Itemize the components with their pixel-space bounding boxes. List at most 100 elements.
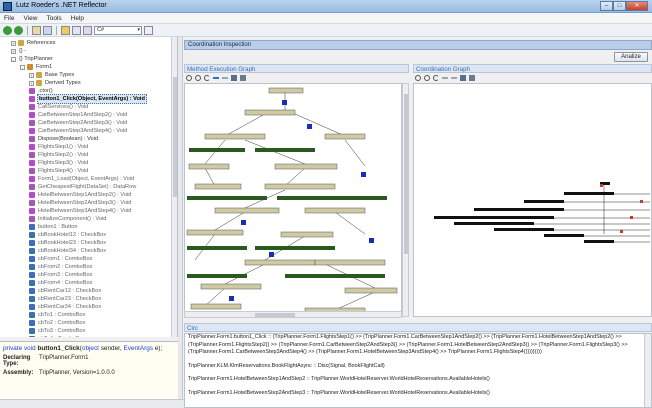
tree-item[interactable]: cbRentCar23 : CheckBox	[29, 295, 102, 303]
menu-view[interactable]: View	[23, 15, 37, 22]
print-icon[interactable]	[469, 74, 475, 81]
arrow-left-icon[interactable]	[451, 76, 457, 79]
tree-item-label: Form1	[36, 64, 53, 70]
panel-splitter[interactable]	[178, 37, 183, 408]
tree-item[interactable]: FlightsStep2() : Void	[29, 151, 89, 159]
tree-item[interactable]: Dispose(Boolean) : Void	[29, 135, 99, 143]
tree-item[interactable]: cbTo2 : ComboBox	[29, 319, 86, 327]
collapse-icon[interactable]: -	[11, 56, 16, 62]
zoom-in-icon[interactable]	[186, 74, 192, 81]
tree-item[interactable]: HotelBetweenStep2AndStep3() : Void	[29, 199, 132, 207]
back-icon[interactable]	[3, 25, 12, 35]
expand-icon[interactable]: +	[11, 40, 16, 46]
tree-item[interactable]: - Form1	[20, 63, 53, 71]
tree-item[interactable]: cbFrom1 : ComboBox	[29, 255, 93, 263]
arrow-left-icon[interactable]	[222, 76, 228, 79]
circ-scrollbar[interactable]	[644, 334, 651, 407]
tree-item[interactable]: button1 : Button	[29, 223, 79, 231]
refresh-icon[interactable]	[433, 74, 439, 81]
tree-item[interactable]: -{} TripPlanner	[11, 55, 54, 63]
tree-item[interactable]: CarBetweenStep3AndStep4() : Void	[29, 127, 128, 135]
tree-item[interactable]: HotelBetweenStep3AndStep4() : Void	[29, 207, 132, 215]
assembly-value[interactable]: TripPlanner, Version=1.0.0.0	[39, 370, 115, 376]
title-bar: Lutz Roeder's .NET Reflector – □ ✕	[0, 0, 652, 13]
method-graph-toolbar	[184, 73, 409, 82]
tree-item[interactable]: + Base Types	[29, 71, 75, 79]
refresh-icon[interactable]	[204, 74, 210, 81]
tree-item[interactable]: cbTo1 : ComboBox	[29, 311, 86, 319]
coordination-graph[interactable]	[413, 83, 652, 317]
tree-item[interactable]: cbRentCar12 : CheckBox	[29, 287, 102, 295]
tree-item[interactable]: CallServices() : Void	[29, 103, 89, 111]
circ-output[interactable]: TripPlanner.Form1.button1_Click :: (Trip…	[184, 333, 652, 408]
tree-item[interactable]: cbTo3 : ComboBox	[29, 327, 86, 335]
bookmark-icon[interactable]	[61, 25, 70, 35]
print-icon[interactable]	[240, 74, 246, 81]
tree-item[interactable]: + References	[11, 39, 57, 47]
scroll-thumb[interactable]	[173, 77, 177, 197]
assembly-icon[interactable]	[43, 25, 52, 35]
expand-icon[interactable]: +	[29, 80, 34, 86]
tree-item[interactable]: Form1_Load(Object, EventArgs) : Void	[29, 175, 135, 183]
tree-item[interactable]: GetCheapestFlight(DataSet) : DataRow	[29, 183, 137, 191]
minimize-button[interactable]: –	[600, 1, 613, 11]
collapse-icon[interactable]: -	[20, 64, 25, 70]
expand-icon[interactable]: +	[11, 48, 16, 54]
method-icon	[29, 208, 35, 214]
tree-item[interactable]: FlightsStep1() : Void	[29, 143, 89, 151]
menu-help[interactable]: Help	[71, 15, 84, 22]
tree-item[interactable]: FlightsStep4() : Void	[29, 167, 89, 175]
menu-file[interactable]: File	[4, 15, 14, 22]
options-icon[interactable]	[83, 25, 92, 35]
expand-icon[interactable]: +	[29, 72, 34, 78]
tree-item[interactable]: CarBetweenStep1AndStep2() : Void	[29, 111, 128, 119]
tree-item[interactable]: cbBookHotel23 : CheckBox	[29, 239, 107, 247]
method-icon	[29, 216, 35, 222]
search-icon[interactable]	[72, 25, 81, 35]
method-name-link[interactable]: button1_Click	[37, 345, 79, 352]
tree-item[interactable]: cbBookHotel34 : CheckBox	[29, 247, 107, 255]
arrow-right-icon[interactable]	[213, 76, 219, 79]
declaring-type-value[interactable]: TripPlanner.Form1	[39, 355, 88, 367]
layout-icon[interactable]	[231, 74, 237, 81]
zoom-in-icon[interactable]	[415, 74, 421, 81]
tree-item-label: Base Types	[45, 72, 75, 78]
zoom-out-icon[interactable]	[424, 74, 430, 81]
method-execution-graph[interactable]	[184, 83, 402, 317]
refresh-icon[interactable]	[144, 25, 153, 35]
forward-icon[interactable]	[14, 25, 23, 35]
tree-item[interactable]: HotelBetweenStep1AndStep2() : Void	[29, 191, 132, 199]
scroll-thumb[interactable]	[404, 94, 408, 254]
scroll-thumb[interactable]	[255, 313, 295, 317]
open-icon[interactable]	[32, 25, 41, 35]
tree-item[interactable]: cbFrom2 : ComboBox	[29, 263, 93, 271]
method-icon	[29, 160, 35, 166]
method-graph-hscroll[interactable]	[184, 311, 402, 318]
tree-item-label: Derived Types	[45, 80, 81, 86]
menu-tools[interactable]: Tools	[46, 15, 61, 22]
analyze-button[interactable]: Analize	[614, 52, 648, 62]
tree-item[interactable]: cbRentCar34 : CheckBox	[29, 303, 102, 311]
tree-item-label: CarBetweenStep3AndStep4() : Void	[38, 128, 128, 134]
tree-item[interactable]: cbBookHotel12 : CheckBox	[29, 231, 107, 239]
tree-item[interactable]: CarBetweenStep2AndStep3() : Void	[29, 119, 128, 127]
language-select[interactable]: C# ▾	[94, 25, 142, 35]
folder-icon	[36, 72, 42, 78]
maximize-button[interactable]: □	[613, 1, 626, 11]
tree-item[interactable]: cbFrom4 : ComboBox	[29, 279, 93, 287]
layout-icon[interactable]	[460, 74, 466, 81]
assembly-tree[interactable]: + References +{} - -{} TripPlanner - Form1 + Ba…	[0, 37, 178, 337]
tree-item[interactable]: cbTo4 : ComboBox	[29, 335, 86, 337]
close-button[interactable]: ✕	[626, 1, 648, 11]
arrow-right-icon[interactable]	[442, 76, 448, 79]
zoom-out-icon[interactable]	[195, 74, 201, 81]
class-icon	[27, 64, 33, 70]
tree-item[interactable]: +{} -	[11, 47, 27, 55]
tree-item[interactable]: InitializeComponent() : Void	[29, 215, 107, 223]
tree-item[interactable]: cbFrom3 : ComboBox	[29, 271, 93, 279]
tree-item[interactable]: button1_Click(Object, EventArgs) : Void	[29, 94, 147, 104]
tree-item[interactable]: + Derived Types	[29, 79, 82, 87]
tree-item[interactable]: FlightsStep3() : Void	[29, 159, 89, 167]
method-graph-vscroll[interactable]	[402, 83, 409, 317]
tree-scrollbar[interactable]	[171, 37, 177, 337]
